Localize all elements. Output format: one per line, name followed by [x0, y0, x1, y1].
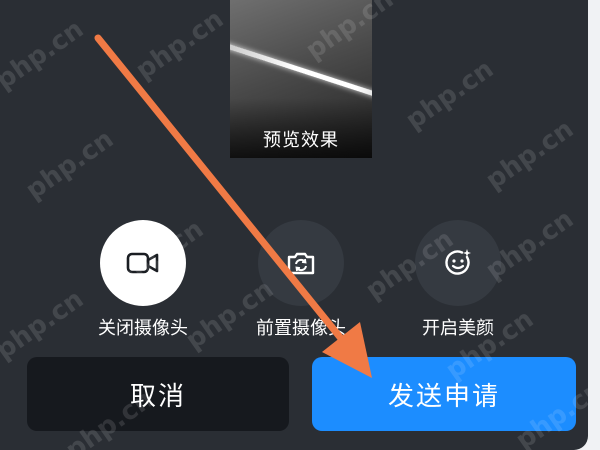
beauty-filter-label: 开启美颜 [422, 318, 494, 339]
cancel-button[interactable]: 取消 [27, 357, 289, 431]
front-camera-button[interactable] [258, 220, 344, 306]
close-camera-label: 关闭摄像头 [98, 318, 188, 339]
send-request-button[interactable]: 发送申请 [312, 357, 576, 431]
beauty-face-icon [445, 249, 471, 275]
camera-preview: 预览效果 [230, 0, 372, 158]
beauty-filter-button[interactable] [415, 220, 501, 306]
front-camera-label: 前置摄像头 [256, 318, 346, 339]
camera-flip-icon [287, 252, 315, 275]
watermark: php.cn [480, 114, 580, 196]
preview-label: 预览效果 [263, 130, 339, 151]
watermark: php.cn [400, 54, 500, 136]
watermark: php.cn [130, 4, 230, 86]
watermark: php.cn [20, 124, 120, 206]
close-camera-button[interactable] [100, 220, 186, 306]
video-camera-icon [126, 252, 159, 274]
watermark: php.cn [0, 14, 90, 96]
camera-request-panel: 预览效果 关闭摄像头 前置摄像头 开启美颜 取消 发送申请 php.cn php… [0, 0, 588, 450]
